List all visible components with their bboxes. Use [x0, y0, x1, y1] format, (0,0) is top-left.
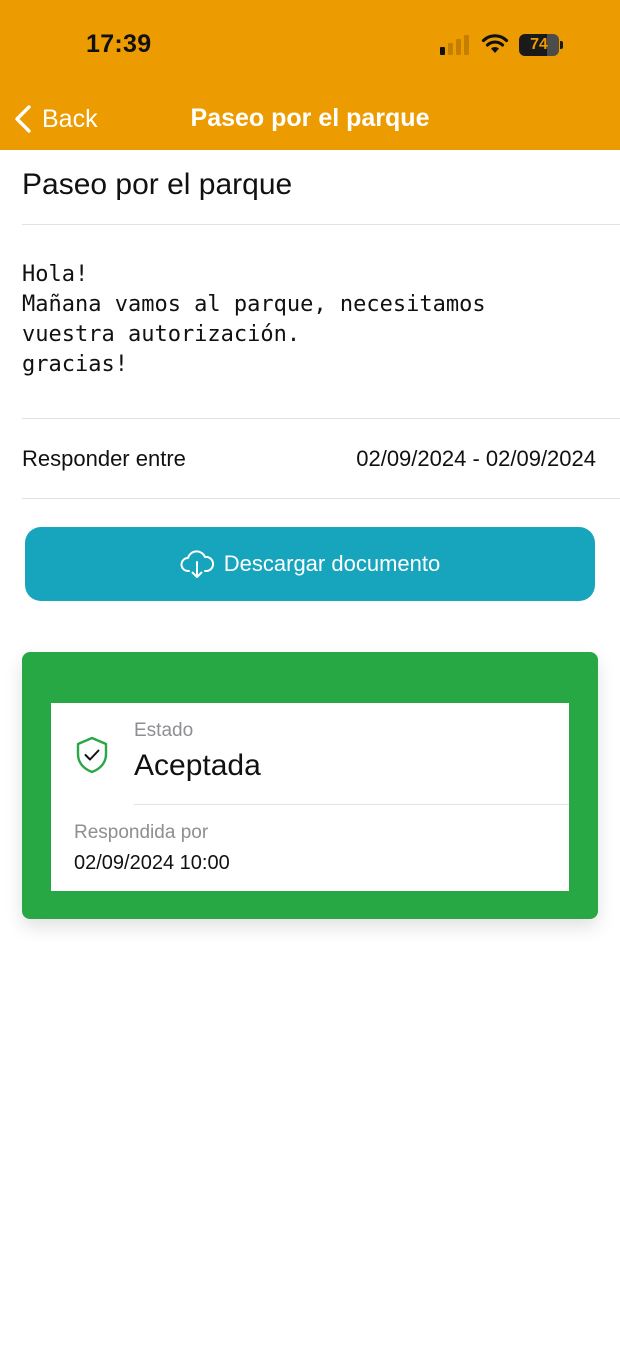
- download-label: Descargar documento: [223, 551, 441, 576]
- status-time: 17:39: [86, 30, 152, 58]
- battery-level: 74: [530, 36, 548, 53]
- responded-label: Respondida por: [74, 822, 209, 843]
- download-document-button[interactable]: Descargar documento: [25, 527, 595, 601]
- battery-icon: 74: [519, 34, 563, 56]
- status-panel: Estado Aceptada Respondida por 02/09/202…: [51, 703, 569, 891]
- nav-title: Paseo por el parque: [190, 104, 430, 132]
- divider: [22, 224, 620, 225]
- respond-range: 02/09/2024 - 02/09/2024: [356, 446, 596, 471]
- divider: [22, 498, 620, 499]
- shield-check-icon: [76, 736, 108, 774]
- status-label: Estado: [134, 720, 194, 741]
- page-title: Paseo por el parque: [22, 168, 293, 201]
- divider: [22, 418, 620, 419]
- cloud-download-icon: [180, 550, 214, 578]
- respond-label: Responder entre: [22, 446, 186, 471]
- top-header: 17:39 74 Back Paseo por el parque: [0, 0, 620, 150]
- status-value: Aceptada: [134, 749, 261, 782]
- signal-icon: [440, 35, 469, 55]
- status-card: Estado Aceptada Respondida por 02/09/202…: [22, 652, 598, 919]
- wifi-icon: [481, 34, 509, 53]
- divider: [134, 804, 569, 805]
- message-body: Hola! Mañana vamos al parque, necesitamo…: [22, 262, 486, 377]
- responded-value: 02/09/2024 10:00: [74, 852, 230, 874]
